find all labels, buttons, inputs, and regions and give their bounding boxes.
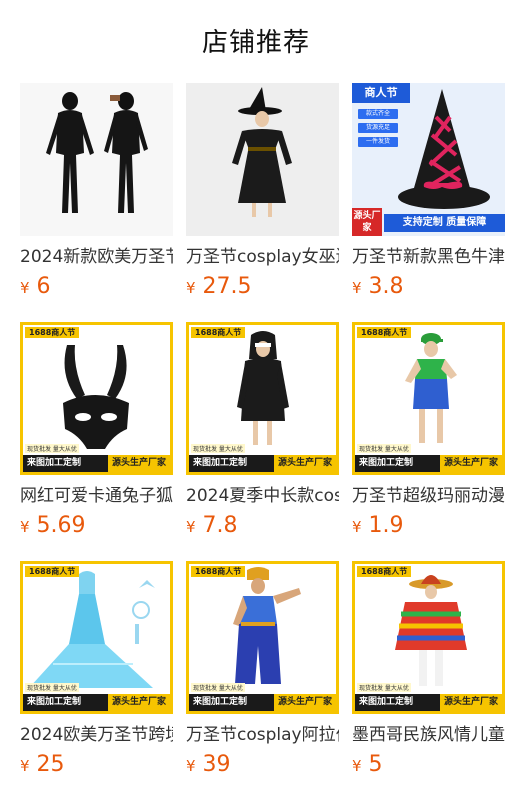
product-name[interactable]: 2024欧美万圣节跨境 — [20, 723, 173, 747]
product-image[interactable] — [20, 83, 173, 236]
tag-1688: 1688商人节 — [191, 327, 246, 338]
product-image[interactable]: 1688商人节 现货批发 量大从优 来图加工定制 源头生产厂家 — [186, 322, 339, 475]
currency-symbol: ¥ — [352, 518, 362, 536]
product-price: ¥3.8 — [352, 273, 404, 302]
tag-1688: 1688商人节 — [25, 566, 80, 577]
promo-strip: 现货批发 量大从优 — [25, 683, 79, 692]
product-name[interactable]: 万圣节cosplay女巫连 — [186, 245, 339, 269]
product-name[interactable]: 2024新款欧美万圣节 — [20, 245, 173, 269]
product-price: ¥7.8 — [186, 512, 238, 541]
promo-strip: 现货批发 量大从优 — [191, 444, 245, 453]
currency-symbol: ¥ — [20, 757, 30, 775]
price-value: 5 — [368, 752, 383, 777]
price-value: 27.5 — [202, 274, 252, 299]
price-value: 5.69 — [36, 513, 86, 538]
tag-1688: 1688商人节 — [191, 566, 246, 577]
product-image[interactable]: 1688商人节 现货批发 量大从优 来图加工定制 源头生产厂家 — [352, 322, 505, 475]
tag-1688: 1688商人节 — [25, 327, 80, 338]
promo-bar: 来图加工定制 源头生产厂家 — [355, 694, 502, 711]
promo-bar: 来图加工定制 源头生产厂家 — [23, 455, 170, 472]
promo-list: 款式齐全 货源充足 一件发货 — [358, 109, 398, 151]
promo-custom-bar: 支持定制 质量保障 — [384, 214, 505, 232]
product-name[interactable]: 2024夏季中长款cos修 — [186, 484, 339, 508]
promo-bar: 来图加工定制 源头生产厂家 — [355, 455, 502, 472]
tag-1688: 1688商人节 — [357, 327, 412, 338]
product-name[interactable]: 网红可爱卡通兔子狐狸 — [20, 484, 173, 508]
page-title: 店铺推荐 — [201, 28, 310, 58]
product-price: ¥39 — [186, 751, 231, 780]
tag-1688: 1688商人节 — [357, 566, 412, 577]
promo-bar: 来图加工定制 源头生产厂家 — [189, 455, 336, 472]
product-name[interactable]: 墨西哥民族风情儿童披 — [352, 723, 505, 747]
currency-symbol: ¥ — [186, 279, 196, 297]
promo-list-item: 货源充足 — [358, 123, 398, 133]
price-value: 1.9 — [368, 513, 404, 538]
product-price: ¥5.69 — [20, 512, 86, 541]
promo-factory-badge: 源头厂家 — [352, 208, 382, 236]
promo-strip: 现货批发 量大从优 — [357, 444, 411, 453]
product-image[interactable]: 1688商人节 现货批发 量大从优 来图加工定制 源头生产厂家 — [20, 561, 173, 714]
price-value: 3.8 — [368, 274, 404, 299]
price-value: 6 — [36, 274, 51, 299]
product-image[interactable]: 1688商人节 现货批发 量大从优 来图加工定制 源头生产厂家 — [20, 322, 173, 475]
currency-symbol: ¥ — [352, 757, 362, 775]
promo-list-item: 款式齐全 — [358, 109, 398, 119]
currency-symbol: ¥ — [186, 518, 196, 536]
price-value: 7.8 — [202, 513, 238, 538]
product-price: ¥6 — [20, 273, 51, 302]
promo-bar: 来图加工定制 源头生产厂家 — [189, 694, 336, 711]
currency-symbol: ¥ — [186, 757, 196, 775]
price-value: 25 — [36, 752, 65, 777]
product-image[interactable] — [186, 83, 339, 236]
product-image[interactable]: 1688商人节 现货批发 量大从优 来图加工定制 源头生产厂家 — [352, 561, 505, 714]
promo-list-item: 一件发货 — [358, 137, 398, 147]
product-price: ¥27.5 — [186, 273, 252, 302]
promo-badge: 商人节 — [352, 83, 410, 103]
product-price: ¥5 — [352, 751, 383, 780]
currency-symbol: ¥ — [352, 279, 362, 297]
product-image[interactable]: 1688商人节 现货批发 量大从优 来图加工定制 源头生产厂家 — [186, 561, 339, 714]
price-value: 39 — [202, 752, 231, 777]
product-name[interactable]: 万圣节cosplay阿拉伯 — [186, 723, 339, 747]
currency-symbol: ¥ — [20, 518, 30, 536]
product-price: ¥1.9 — [352, 512, 404, 541]
product-image[interactable]: 商人节 款式齐全 货源充足 一件发货 源头厂家 支持定制 质量保障 — [352, 83, 505, 236]
currency-symbol: ¥ — [20, 279, 30, 297]
promo-strip: 现货批发 量大从优 — [25, 444, 79, 453]
product-name[interactable]: 万圣节新款黑色牛津布 — [352, 245, 505, 269]
product-name[interactable]: 万圣节超级玛丽动漫服 — [352, 484, 505, 508]
promo-bar: 来图加工定制 源头生产厂家 — [23, 694, 170, 711]
promo-strip: 现货批发 量大从优 — [357, 683, 411, 692]
promo-strip: 现货批发 量大从优 — [191, 683, 245, 692]
product-price: ¥25 — [20, 751, 65, 780]
